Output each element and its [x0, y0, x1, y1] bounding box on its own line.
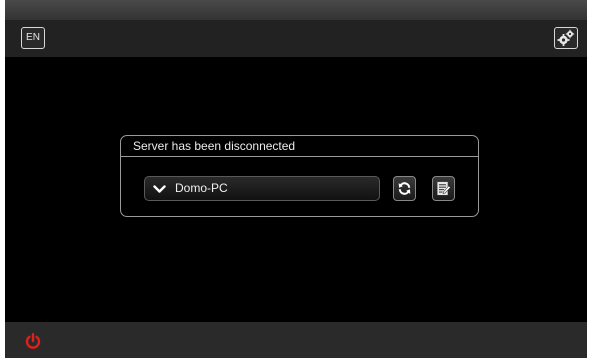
gears-icon — [557, 29, 575, 46]
edit-button[interactable] — [432, 176, 455, 201]
edit-icon — [437, 181, 451, 196]
top-bar: EN — [5, 0, 587, 57]
language-label: EN — [26, 32, 40, 43]
app-window: EN Server has been disconnected Domo-PC — [5, 0, 587, 358]
server-select[interactable]: Domo-PC — [144, 176, 380, 201]
dialog-title: Server has been disconnected — [121, 136, 478, 157]
language-button[interactable]: EN — [21, 27, 45, 49]
settings-button[interactable] — [554, 27, 578, 49]
chevron-down-icon — [153, 185, 166, 193]
header-bar — [5, 20, 587, 57]
power-icon[interactable] — [25, 333, 41, 349]
connection-dialog: Server has been disconnected Domo-PC — [120, 135, 479, 217]
server-select-value: Domo-PC — [175, 181, 228, 195]
refresh-icon — [398, 182, 411, 195]
refresh-button[interactable] — [393, 176, 416, 201]
bottom-bar — [5, 322, 587, 358]
top-stripe — [5, 0, 587, 20]
